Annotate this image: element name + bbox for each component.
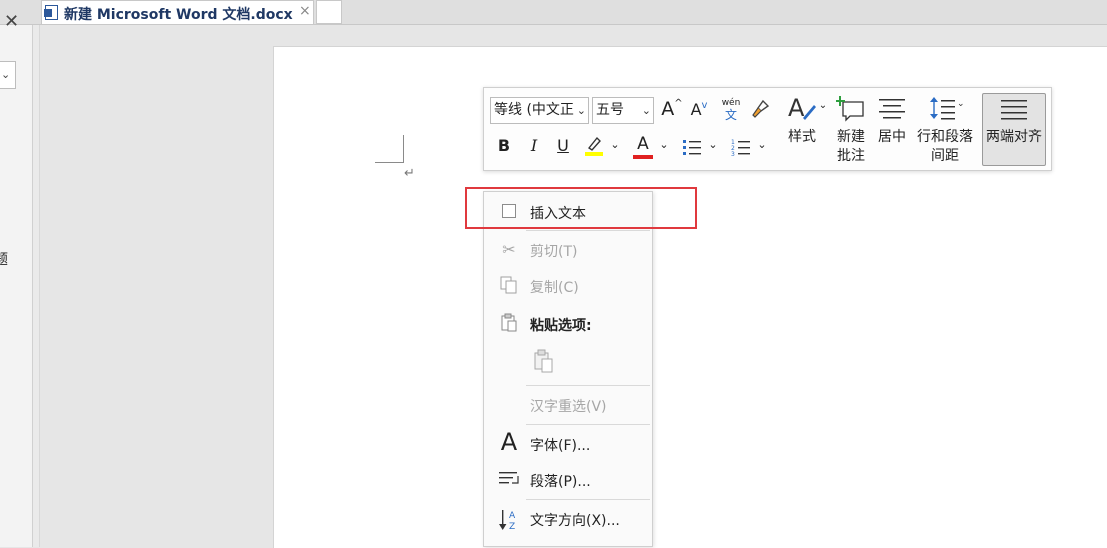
styles-label: 样式 <box>788 129 816 145</box>
bullets-button[interactable] <box>680 136 704 158</box>
close-pane-icon[interactable]: ✕ <box>4 11 19 32</box>
chevron-down-icon: ⌄ <box>576 104 586 117</box>
shrink-font-button[interactable]: Av <box>688 100 710 122</box>
navigation-pane: ✕ ⌄ 题 <box>0 11 33 547</box>
bold-button[interactable]: B <box>494 136 514 158</box>
justify-button[interactable]: 两端对齐 <box>982 93 1046 166</box>
font-size-select[interactable]: 五号 ⌄ <box>592 97 654 124</box>
menu-item-paragraph[interactable]: 段落(P)... <box>484 465 652 495</box>
copy-icon <box>498 275 520 297</box>
line-spacing-label-2: 间距 <box>931 148 959 164</box>
line-spacing-icon: ⌄ <box>930 97 965 120</box>
styles-button[interactable]: A 样式 <box>782 94 822 146</box>
menu-separator <box>526 385 650 386</box>
phonetic-guide-bottom: 文 <box>724 108 737 122</box>
pane-dropdown[interactable]: ⌄ <box>0 61 16 89</box>
bullets-dropdown[interactable]: ⌄ <box>707 138 719 156</box>
center-align-label: 居中 <box>878 129 906 145</box>
menu-item-reconvert[interactable]: 汉字重选(V) <box>484 390 652 420</box>
document-tab-strip: 新建 Microsoft Word 文档.docx × <box>0 0 1107 25</box>
format-painter-icon <box>752 99 770 118</box>
paragraph-icon <box>498 469 520 491</box>
font-color-button[interactable]: A <box>631 134 655 160</box>
numbering-button[interactable]: 1 2 3 <box>729 136 753 158</box>
menu-item-label: 剪切(T) <box>530 244 578 260</box>
heading-item-text[interactable]: 题 <box>0 249 8 269</box>
svg-text:Z: Z <box>509 522 515 532</box>
grow-font-icon: A <box>661 98 675 120</box>
italic-button[interactable]: I <box>524 136 544 158</box>
menu-item-label: 汉字重选(V) <box>530 399 607 415</box>
menu-separator <box>526 424 650 425</box>
styles-dropdown[interactable]: ⌄ <box>818 100 828 114</box>
font-name-value: 等线 (中文正 <box>494 102 574 118</box>
shrink-font-icon: A <box>690 100 702 119</box>
center-align-button[interactable]: 居中 <box>873 94 911 146</box>
menu-separator <box>526 499 650 500</box>
menu-item-label: 粘贴选项: <box>530 318 592 334</box>
word-document-icon <box>44 5 58 20</box>
justify-icon <box>1001 100 1027 120</box>
underline-button[interactable]: U <box>553 136 573 158</box>
highlighter-icon <box>585 136 603 156</box>
pane-splitter[interactable] <box>33 25 40 547</box>
font-icon: A <box>500 428 518 456</box>
menu-item-label: 复制(C) <box>530 280 579 296</box>
phonetic-guide-top: wén <box>721 98 741 108</box>
paste-keep-text-only[interactable] <box>484 345 652 381</box>
highlight-dropdown[interactable]: ⌄ <box>609 138 621 156</box>
phonetic-guide-button[interactable]: wén 文 <box>718 98 744 124</box>
menu-item-copy[interactable]: 复制(C) <box>484 271 652 301</box>
paste-icon <box>532 349 554 373</box>
new-comment-button[interactable]: 新建 批注 <box>831 94 871 164</box>
styles-icon: A <box>788 94 816 122</box>
new-comment-label-1: 新建 <box>837 129 865 145</box>
chevron-down-icon: ⌄ <box>641 104 651 117</box>
font-color-dropdown[interactable]: ⌄ <box>658 138 670 156</box>
new-comment-label-2: 批注 <box>837 148 865 164</box>
scissors-icon: ✂ <box>502 240 516 259</box>
menu-item-label: 文字方向(X)... <box>530 513 620 529</box>
menu-item-insert-text[interactable]: 插入文本 <box>484 197 652 227</box>
align-center-icon <box>879 99 905 119</box>
menu-item-paste-options: 粘贴选项: <box>484 309 652 339</box>
svg-text:A: A <box>509 511 516 521</box>
margin-corner-mark <box>375 135 404 163</box>
text-direction-icon: AZ <box>498 508 520 532</box>
svg-text:3: 3 <box>731 151 735 158</box>
grow-font-button[interactable]: A^ <box>660 98 684 122</box>
document-tab[interactable]: 新建 Microsoft Word 文档.docx × <box>41 0 314 24</box>
menu-separator <box>526 230 650 231</box>
menu-item-cut[interactable]: ✂ 剪切(T) <box>484 235 652 265</box>
svg-text:A: A <box>788 94 805 122</box>
paragraph-mark: ↵ <box>404 166 415 181</box>
svg-text:⌄: ⌄ <box>957 99 965 109</box>
font-color-swatch <box>633 155 653 159</box>
font-color-letter: A <box>637 134 649 154</box>
line-spacing-label-1: 行和段落 <box>917 129 973 145</box>
document-tab-title: 新建 Microsoft Word 文档.docx <box>64 7 293 23</box>
chevron-down-icon: ⌄ <box>1 68 11 81</box>
menu-item-text-direction[interactable]: AZ 文字方向(X)... <box>484 504 652 534</box>
numbering-dropdown[interactable]: ⌄ <box>756 138 768 156</box>
format-painter-button[interactable] <box>748 98 772 122</box>
line-spacing-button[interactable]: ⌄ 行和段落 间距 <box>914 94 976 164</box>
font-name-select[interactable]: 等线 (中文正 ⌄ <box>490 97 589 124</box>
bullet-list-icon <box>683 140 701 155</box>
menu-item-font[interactable]: A 字体(F)... <box>484 429 652 459</box>
clipboard-icon <box>498 313 520 335</box>
font-size-value: 五号 <box>596 102 624 118</box>
new-comment-icon <box>835 96 864 122</box>
checkbox-icon <box>502 204 516 218</box>
context-menu: 插入文本 ✂ 剪切(T) 复制(C) 粘贴选项: 汉字重选(V) A 字体(F)… <box>483 191 653 547</box>
menu-item-label: 段落(P)... <box>530 474 591 490</box>
menu-item-label: 字体(F)... <box>530 438 591 454</box>
justify-label: 两端对齐 <box>986 129 1042 145</box>
menu-item-label: 插入文本 <box>530 206 586 222</box>
close-tab-icon[interactable]: × <box>299 3 311 19</box>
numbered-list-icon: 1 2 3 <box>731 139 750 158</box>
new-tab-button[interactable] <box>316 0 342 24</box>
highlight-button[interactable] <box>582 134 606 160</box>
mini-toolbar: 等线 (中文正 ⌄ 五号 ⌄ A^ Av wén 文 B I U ⌄ A ⌄ ⌄… <box>483 87 1052 171</box>
